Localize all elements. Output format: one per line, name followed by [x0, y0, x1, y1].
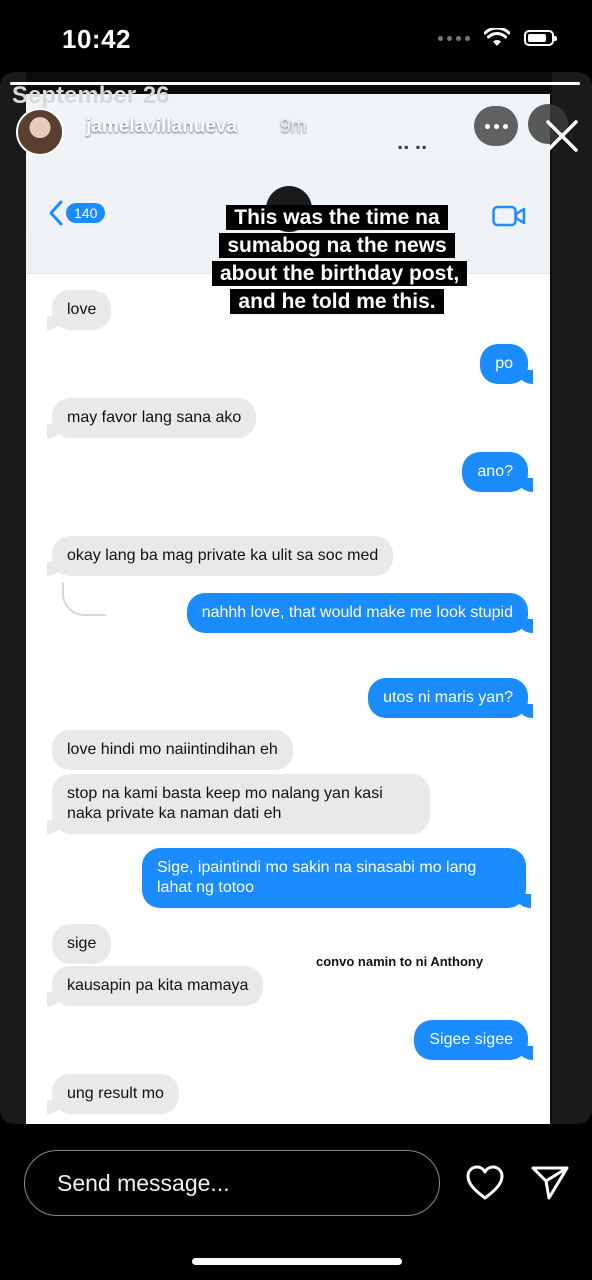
- cellular-signal-icon: [438, 35, 470, 41]
- reply-thread-line: [62, 582, 106, 616]
- message-bubble-out: po: [480, 344, 533, 384]
- heart-icon[interactable]: [465, 1164, 505, 1202]
- home-indicator: [192, 1258, 402, 1265]
- message-bubble-in: may favor lang sana ako: [46, 398, 257, 438]
- status-icons: [438, 28, 557, 48]
- message-bubble-out: ano?: [462, 452, 533, 492]
- status-time: 10:42: [62, 24, 131, 54]
- message-bubble-out: Sigee sigee: [414, 1020, 533, 1060]
- story-image: ▪▪ ▪▪ 140 love po may favor lang sana ak…: [26, 94, 550, 1124]
- story-backdrop-left: [0, 72, 26, 1124]
- close-icon[interactable]: [540, 114, 584, 158]
- message-bubble-in: love hindi mo naiintindihan eh: [52, 730, 293, 770]
- send-icon[interactable]: [530, 1164, 570, 1202]
- message-bubble-in: okay lang ba mag private ka ulit sa soc …: [46, 536, 394, 576]
- message-bubble-in: love: [46, 290, 112, 330]
- story-header: September 26 jamelavillanueva 9m: [0, 82, 592, 156]
- story-progress-bar: [10, 82, 580, 85]
- story-timestamp: 9m: [280, 116, 307, 137]
- send-message-input[interactable]: Send message...: [24, 1150, 440, 1216]
- message-bubble-out: utos ni maris yan?: [368, 678, 533, 718]
- message-bubble-in: stop na kami basta keep mo nalang yan ka…: [47, 774, 430, 834]
- story-progress-fill: [10, 82, 580, 85]
- date-label: September 26: [12, 82, 170, 109]
- chat-back-button: 140: [48, 200, 106, 226]
- message-bubble-out: nahhh love, that would make me look stup…: [186, 593, 534, 633]
- story-caption: This was the time na sumabog na the news…: [212, 204, 468, 316]
- story-backdrop-right: [552, 72, 592, 1124]
- unread-count-badge: 140: [66, 203, 106, 223]
- battery-icon: [524, 30, 557, 46]
- status-bar: 10:42: [0, 0, 592, 72]
- story-text-note: convo namin to ni Anthony: [316, 954, 484, 969]
- avatar[interactable]: [16, 108, 64, 156]
- message-bubble-in: kausapin pa kita mamaya: [46, 966, 264, 1006]
- wifi-icon: [484, 28, 510, 46]
- video-call-icon: [492, 205, 526, 227]
- message-bubble-in: sige: [52, 924, 112, 964]
- message-bubble-out: Sige, ipaintindi mo sakin na sinasabi mo…: [142, 848, 531, 908]
- message-bubble-in: ung result mo: [47, 1074, 179, 1114]
- story-username[interactable]: jamelavillanueva: [86, 116, 237, 138]
- reply-bar: Send message...: [0, 1124, 592, 1280]
- story-view[interactable]: ▪▪ ▪▪ 140 love po may favor lang sana ak…: [0, 72, 592, 1124]
- more-options-button[interactable]: [474, 106, 518, 146]
- chevron-left-icon: [49, 200, 63, 226]
